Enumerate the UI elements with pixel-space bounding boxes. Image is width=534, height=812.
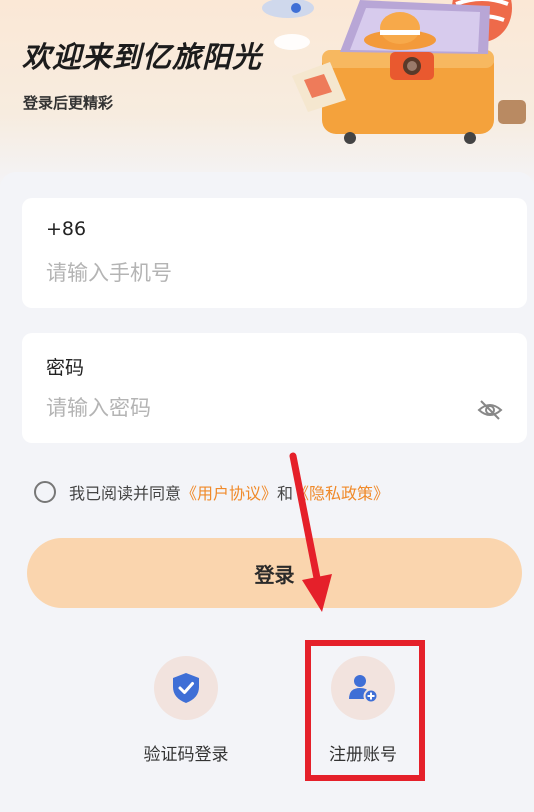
page-title: 欢迎来到亿旅阳光 xyxy=(22,40,263,74)
register-label: 注册账号 xyxy=(329,745,397,765)
phone-input[interactable] xyxy=(46,256,466,290)
hero-banner: 欢迎来到亿旅阳光 登录后更精彩 xyxy=(0,0,534,190)
agreement-and: 和 xyxy=(277,484,294,503)
password-label: 密码 xyxy=(46,357,85,379)
suitcase-illustration xyxy=(262,0,526,144)
sms-login-icon-wrap[interactable] xyxy=(154,656,218,720)
privacy-policy-link[interactable]: 《隐私政策》 xyxy=(293,480,389,504)
register-icon-wrap[interactable] xyxy=(331,656,395,720)
phone-card: +86 xyxy=(22,198,527,308)
add-user-icon xyxy=(349,675,379,704)
shield-check-icon xyxy=(173,673,199,703)
login-button-label: 登录 xyxy=(254,562,295,587)
sms-login-option[interactable]: 验证码登录 xyxy=(121,656,251,776)
agreement-text: 我已阅读并同意 xyxy=(69,484,182,503)
country-code[interactable]: +86 xyxy=(46,218,86,240)
agreement-row: 我已阅读并同意 《用户协议》 和 《隐私政策》 xyxy=(34,480,389,504)
agreement-checkbox[interactable] xyxy=(34,481,56,503)
register-option[interactable]: 注册账号 xyxy=(298,656,428,776)
password-card: 密码 xyxy=(22,333,527,443)
eye-off-icon[interactable] xyxy=(477,399,503,421)
login-button[interactable]: 登录 xyxy=(27,538,522,608)
password-input[interactable] xyxy=(46,391,466,425)
sms-login-label: 验证码登录 xyxy=(143,745,229,765)
page-subtitle: 登录后更精彩 xyxy=(23,94,114,112)
user-agreement-link[interactable]: 《用户协议》 xyxy=(181,480,277,504)
